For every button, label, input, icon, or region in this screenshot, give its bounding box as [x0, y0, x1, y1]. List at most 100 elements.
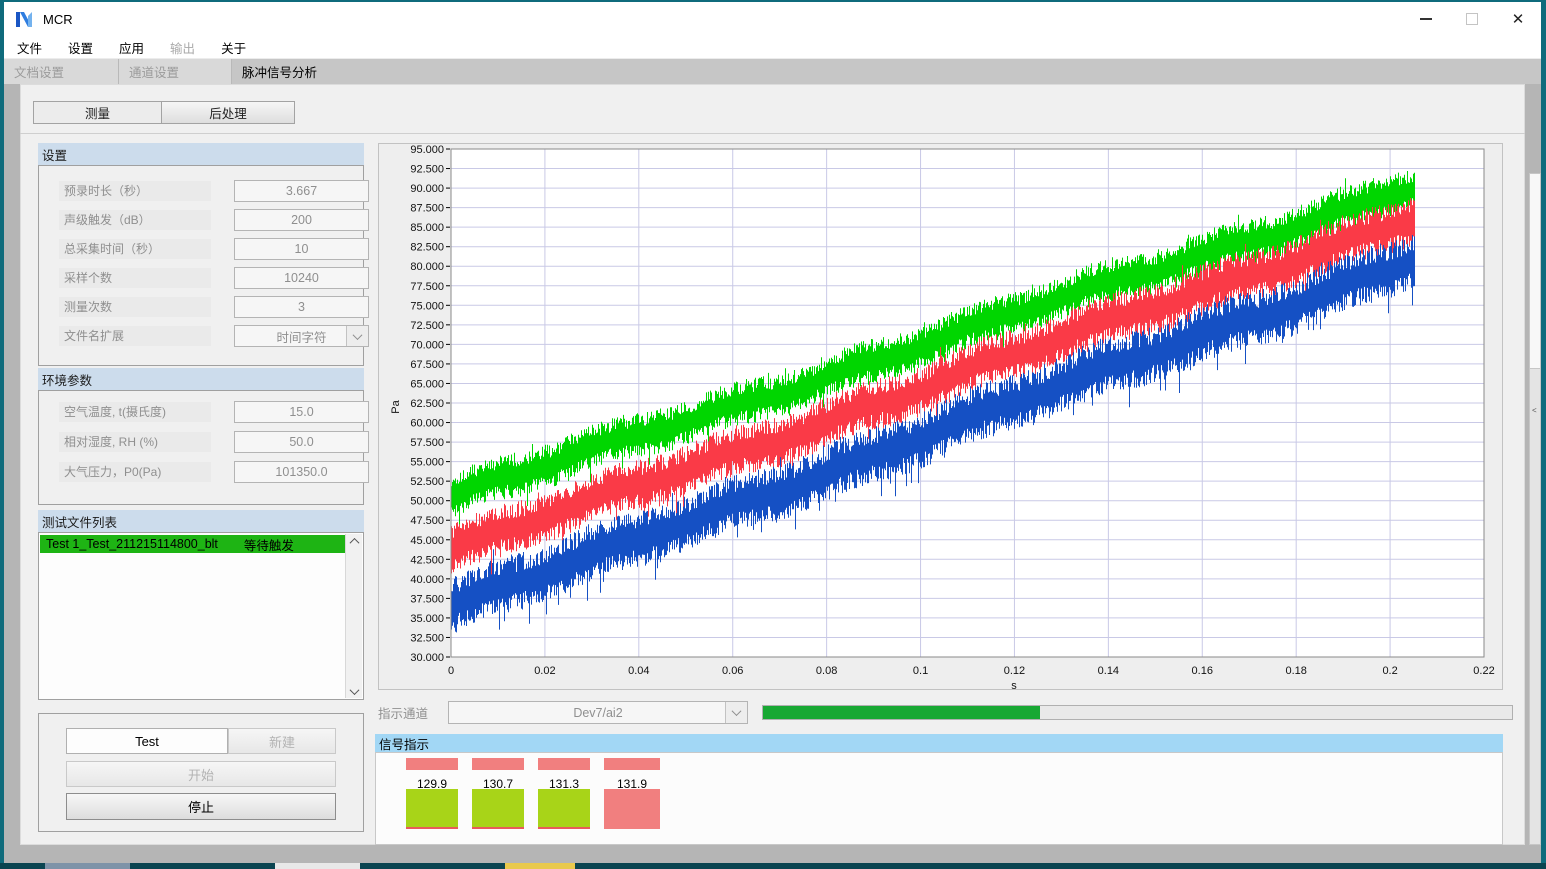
svg-text:62.500: 62.500 [410, 398, 444, 410]
field-label: 空气温度, t(摄氏度) [59, 402, 211, 422]
field-label: 总采集时间（秒） [59, 239, 211, 259]
field-value-text: 10 [295, 242, 309, 256]
tab-pulse-signal-analysis[interactable]: 脉冲信号分析 [232, 59, 345, 84]
svg-text:52.500: 52.500 [410, 476, 444, 488]
chevron-down-icon[interactable] [346, 326, 368, 346]
close-button[interactable]: ✕ [1495, 2, 1541, 36]
svg-text:0.12: 0.12 [1004, 665, 1025, 677]
file-list-header: 测试文件列表 [38, 510, 364, 532]
svg-text:32.500: 32.500 [410, 632, 444, 644]
menu-apply[interactable]: 应用 [106, 36, 157, 58]
menu-settings[interactable]: 设置 [55, 36, 106, 58]
field-label: 文件名扩展 [59, 326, 211, 346]
signal-indicator [406, 789, 458, 829]
scrollbar-thumb[interactable] [1530, 174, 1540, 369]
field-value-text: 15.0 [289, 405, 313, 419]
svg-text:0.18: 0.18 [1285, 665, 1306, 677]
field-value: 3 [234, 296, 369, 318]
app-icon [15, 10, 34, 29]
field-row: 总采集时间（秒）10 [59, 239, 211, 259]
indicator-channel-label: 指示通道 [378, 703, 428, 722]
tab-strip: 文档设置 通道设置 脉冲信号分析 [4, 59, 1541, 84]
filename-ext-dropdown[interactable]: 时间字符 [234, 325, 369, 347]
field-value-text: 50.0 [289, 435, 313, 449]
svg-text:90.000: 90.000 [410, 183, 444, 195]
svg-text:37.500: 37.500 [410, 593, 444, 605]
subtab-measure[interactable]: 测量 [33, 101, 162, 124]
chevron-down-icon[interactable] [725, 702, 747, 723]
field-value: 15.0 [234, 401, 369, 423]
svg-text:77.500: 77.500 [410, 281, 444, 293]
title-bar: MCR ✕ [4, 2, 1541, 36]
signal-led-strip [472, 758, 524, 770]
chart-canvas: 95.00092.50090.00087.50085.00082.50080.0… [379, 144, 1502, 689]
test-file-list[interactable]: Test 1_Test_211215114800_blt 等待触发 [38, 532, 364, 700]
field-value-text: 3.667 [286, 184, 317, 198]
svg-text:65.000: 65.000 [410, 378, 444, 390]
svg-text:67.500: 67.500 [410, 359, 444, 371]
field-label: 相对湿度, RH (%) [59, 432, 211, 452]
field-value-text: 时间字符 [276, 327, 326, 346]
list-item[interactable]: Test 1_Test_211215114800_blt 等待触发 [40, 535, 345, 553]
waveform-chart: 95.00092.50090.00087.50085.00082.50080.0… [378, 143, 1503, 690]
test-name-field[interactable]: Test [66, 728, 228, 754]
field-value: 200 [234, 209, 369, 231]
svg-text:0.08: 0.08 [816, 665, 837, 677]
field-row: 相对湿度, RH (%)50.0 [59, 432, 211, 452]
field-row: 声级触发（dB）200 [59, 210, 211, 230]
svg-text:80.000: 80.000 [410, 261, 444, 273]
field-row: 大气压力，P0(Pa)101350.0 [59, 462, 211, 482]
y-axis-label: Pa [390, 399, 402, 413]
menu-about[interactable]: 关于 [208, 36, 259, 58]
environment-group-header: 环境参数 [38, 368, 364, 390]
svg-text:45.000: 45.000 [410, 535, 444, 547]
signal-led-strip [406, 758, 458, 770]
svg-text:0.02: 0.02 [534, 665, 555, 677]
tab-document-settings[interactable]: 文档设置 [4, 59, 119, 84]
settings-group: 预录时长（秒）3.667声级触发（dB）200总采集时间（秒）10采样个数102… [38, 165, 364, 366]
svg-text:0.16: 0.16 [1192, 665, 1213, 677]
menu-bar: 文件 设置 应用 输出 关于 [4, 36, 1541, 59]
field-row: 预录时长（秒）3.667 [59, 181, 211, 201]
svg-text:0.04: 0.04 [628, 665, 649, 677]
field-label: 大气压力，P0(Pa) [59, 462, 211, 482]
svg-text:0: 0 [448, 665, 454, 677]
svg-text:85.000: 85.000 [410, 222, 444, 234]
tab-channel-settings[interactable]: 通道设置 [119, 59, 232, 84]
indicator-channel-dropdown[interactable]: Dev7/ai2 [448, 701, 748, 724]
stop-button[interactable]: 停止 [66, 793, 336, 820]
scroll-up-icon[interactable] [346, 534, 362, 548]
svg-text:75.000: 75.000 [410, 300, 444, 312]
field-value: 3.667 [234, 180, 369, 202]
scroll-down-icon[interactable] [346, 684, 362, 698]
svg-text:87.500: 87.500 [410, 203, 444, 215]
progress-fill [763, 706, 1040, 719]
menu-output: 输出 [157, 36, 208, 58]
signal-indicator [604, 789, 660, 829]
minimize-button[interactable] [1403, 2, 1449, 36]
start-button: 开始 [66, 761, 336, 787]
svg-text:42.500: 42.500 [410, 554, 444, 566]
svg-text:30.000: 30.000 [410, 652, 444, 664]
svg-text:72.500: 72.500 [410, 320, 444, 332]
subtab-postprocess[interactable]: 后处理 [161, 101, 295, 124]
settings-group-header: 设置 [38, 143, 364, 165]
field-row: 文件名扩展时间字符 [59, 326, 211, 346]
menu-file[interactable]: 文件 [4, 36, 55, 58]
panel-scrollbar[interactable]: < [1529, 173, 1541, 845]
signal-led-strip [604, 758, 660, 770]
svg-text:35.000: 35.000 [410, 613, 444, 625]
desktop: MCR ✕ 文件 设置 应用 输出 关于 文档设置 通道设置 脉冲信号分析 测量… [0, 0, 1546, 869]
svg-text:57.500: 57.500 [410, 437, 444, 449]
field-label: 声级触发（dB） [59, 210, 211, 230]
list-scrollbar[interactable] [345, 534, 362, 698]
field-value: 10240 [234, 267, 369, 289]
svg-text:0.1: 0.1 [913, 665, 928, 677]
chevron-left-icon: < [1532, 406, 1537, 415]
svg-text:60.000: 60.000 [410, 418, 444, 430]
maximize-button[interactable] [1449, 2, 1495, 36]
svg-text:40.000: 40.000 [410, 574, 444, 586]
field-label: 预录时长（秒） [59, 181, 211, 201]
svg-text:82.500: 82.500 [410, 242, 444, 254]
file-status: 等待触发 [244, 535, 294, 553]
